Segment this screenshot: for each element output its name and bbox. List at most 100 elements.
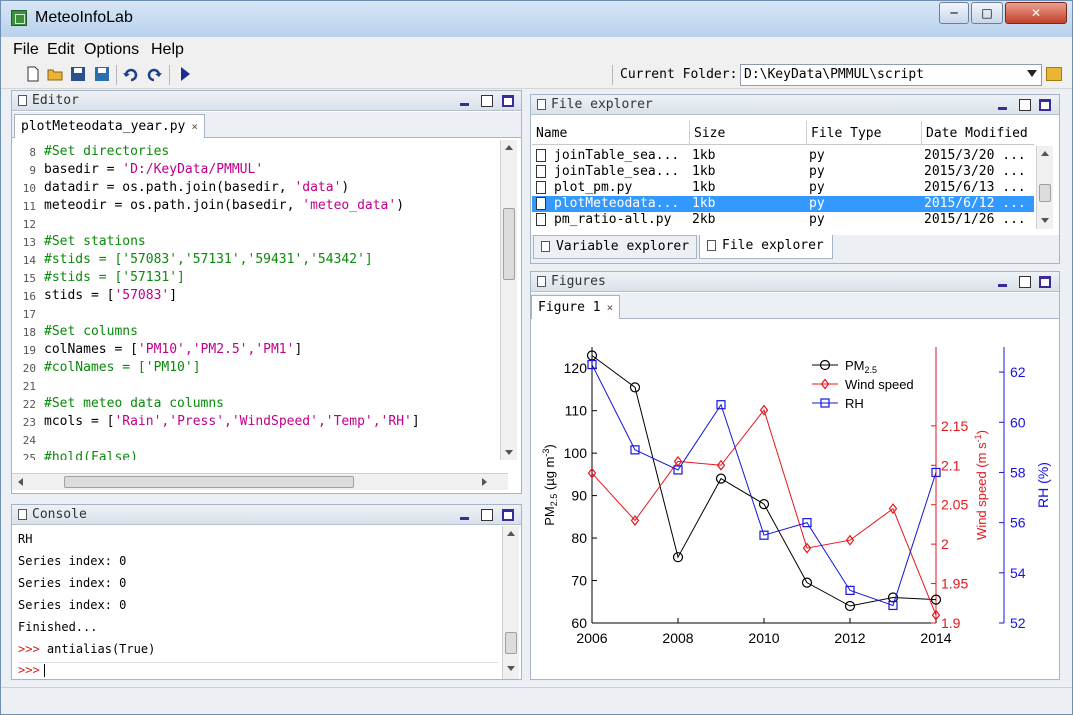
save-as-icon[interactable] [94,66,110,82]
scroll-right-icon[interactable] [482,478,487,486]
minimize-panel-icon[interactable] [997,276,1009,288]
file-row[interactable]: plotMeteodata... 1kb py 2015/6/12 ... [532,196,1034,212]
redo-icon[interactable] [146,66,162,82]
maximize-button[interactable]: □ [971,2,1003,24]
maximize-panel-icon[interactable] [502,509,514,521]
tab-file-explorer[interactable]: File explorer [699,235,833,259]
scroll-down-icon[interactable] [507,666,515,671]
scroll-thumb[interactable] [1039,184,1051,202]
file-explorer-panel: File explorer Name Size File Type Date M… [530,94,1060,264]
close-tab-icon[interactable]: × [607,301,614,314]
file-row[interactable]: joinTable_sea... 1kb py 2015/3/20 ... [532,148,1034,164]
save-icon[interactable] [70,66,86,82]
wind-tick-label: 2 [941,536,949,552]
scroll-left-icon[interactable] [18,478,23,486]
file-type: py [809,180,825,195]
y-tick-label: 100 [564,445,588,461]
restore-panel-icon[interactable] [481,509,493,521]
tab-figure-1[interactable]: Figure 1 × [531,295,621,319]
code-string: '57083' [114,288,170,303]
code-comment: #Set columns [44,324,138,339]
editor-horizontal-scrollbar[interactable] [12,473,508,490]
scroll-thumb[interactable] [64,476,354,488]
scroll-thumb[interactable] [505,632,517,654]
scroll-up-icon[interactable] [505,145,513,150]
new-file-icon[interactable] [25,66,41,82]
restore-panel-icon[interactable] [1019,99,1031,111]
line-number: 12 [22,218,36,231]
tab-variable-explorer[interactable]: Variable explorer [533,235,697,259]
line-number: 18 [22,326,36,339]
file-icon [536,149,546,162]
code-editor[interactable]: 8 #Set directories 9 basedir = 'D:/KeyData/… [12,140,508,460]
run-icon[interactable] [177,66,193,82]
y-tick-label: 120 [564,360,588,376]
scroll-up-icon[interactable] [1041,151,1049,156]
tab-editor-file[interactable]: plotMeteodata_year.py × [14,114,205,138]
column-file-type[interactable]: File Type [807,121,922,145]
current-folder-label: Current Folder: [620,67,738,82]
close-button[interactable]: ✕ [1005,2,1067,24]
maximize-panel-icon[interactable] [1039,99,1051,111]
minimize-panel-icon[interactable] [459,95,471,107]
file-explorer-title: File explorer [551,97,653,112]
column-name[interactable]: Name [532,121,690,145]
code-string: 'PM10','PM2.5','PM1' [137,342,295,357]
figures-panel: Figures Figure 1 × 2006 2008 2010 2012 2014 60… [530,271,1060,680]
file-row[interactable]: joinTable_sea... 1kb py 2015/3/20 ... [532,164,1034,180]
minimize-panel-icon[interactable] [459,509,471,521]
code-token: ) [396,198,405,213]
menu-help[interactable]: Help [151,41,184,59]
file-list-scrollbar[interactable] [1036,146,1053,229]
file-row[interactable]: plot_pm.py 1kb py 2015/6/13 ... [532,180,1034,196]
code-token: basedir = [44,162,123,177]
scroll-down-icon[interactable] [1041,218,1049,223]
chevron-down-icon[interactable] [1027,70,1037,77]
rh-tick-label: 52 [1010,615,1026,631]
close-tab-icon[interactable]: × [191,120,198,133]
column-size[interactable]: Size [690,121,807,145]
rh-tick-label: 56 [1010,515,1026,531]
scroll-down-icon[interactable] [505,450,513,455]
open-folder-icon[interactable] [47,66,63,82]
menu-options[interactable]: Options [84,41,139,59]
scroll-up-icon[interactable] [507,531,515,536]
minimize-panel-icon[interactable] [997,99,1009,111]
minimize-button[interactable]: ─ [939,2,969,24]
rh-tick-label: 54 [1010,565,1026,581]
console-output-line: Series index: 0 [18,576,127,590]
editor-panel: Editor plotMeteodata_year.py × 8 #Set dire… [11,90,522,494]
file-row[interactable]: pm_ratio-all.py 2kb py 2015/1/26 ... [532,212,1034,228]
file-name: joinTable_sea... [554,164,680,179]
restore-panel-icon[interactable] [481,95,493,107]
column-date-modified[interactable]: Date Modified [922,121,1034,145]
file-type: py [809,212,825,227]
line-number: 10 [22,182,36,195]
legend-label: RH [845,396,864,411]
y-tick-label: 110 [565,403,588,419]
code-string: 'D:/KeyData/PMMUL' [122,162,264,177]
wind-tick-label: 2.1 [941,457,961,473]
line-number: 20 [22,362,36,375]
code-text: mcols = ['Rain','Press','WindSpeed','Tem… [44,414,420,429]
code-token: ] [294,342,303,357]
console-vertical-scrollbar[interactable] [502,526,519,679]
code-comment: #colNames = ['PM10'] [44,360,201,375]
tab-label: Variable explorer [556,239,690,254]
figure-chart[interactable]: 2006 2008 2010 2012 2014 60 70 80 90 100 110 120 1.9… [532,320,1058,678]
maximize-panel-icon[interactable] [502,95,514,107]
menu-file[interactable]: File [13,41,39,59]
undo-icon[interactable] [123,66,139,82]
restore-panel-icon[interactable] [1019,276,1031,288]
current-folder-select[interactable]: D:\KeyData\PMMUL\script [740,64,1042,86]
line-number: 21 [22,380,36,393]
console-input[interactable]: >>> [18,662,498,677]
browse-folder-icon[interactable] [1046,67,1062,81]
scroll-thumb[interactable] [503,208,515,280]
file-size: 2kb [692,212,716,227]
code-text: datadir = os.path.join(basedir, 'data') [44,180,349,195]
maximize-panel-icon[interactable] [1039,276,1051,288]
panel-icon [707,240,716,251]
editor-vertical-scrollbar[interactable] [500,140,517,460]
menu-edit[interactable]: Edit [47,41,75,59]
